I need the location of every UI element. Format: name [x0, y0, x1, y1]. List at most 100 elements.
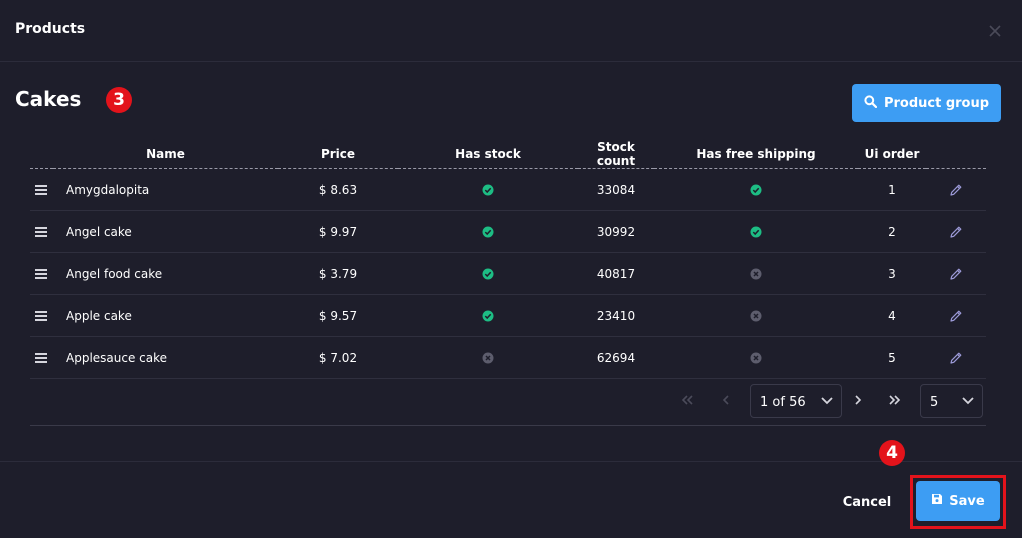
- stock-count: 62694: [578, 336, 654, 379]
- free-shipping-cell: [654, 210, 858, 253]
- drag-handle-icon[interactable]: [34, 227, 49, 237]
- cancel-button[interactable]: Cancel: [838, 491, 896, 513]
- drag-handle-cell: [30, 252, 53, 295]
- cross-circle-icon: [750, 310, 762, 322]
- products-dialog: Products Cakes 3 Product group Name Pric…: [0, 0, 1022, 538]
- table-body: Amygdalopita $ 8.63 33084 1 Angel cake $ 9.97…: [30, 168, 986, 379]
- double-chevron-left-icon[interactable]: [677, 392, 697, 408]
- ui-order: 5: [858, 336, 926, 379]
- drag-handle-icon[interactable]: [34, 311, 49, 321]
- product-price: $ 9.57: [278, 294, 398, 337]
- page-size-select[interactable]: 5: [920, 384, 983, 418]
- products-table: Name Price Has stock Stock count Has fre…: [30, 140, 986, 379]
- column-header-free-shipping[interactable]: Has free shipping: [654, 140, 858, 169]
- page-select-value: 1 of 56: [760, 395, 806, 410]
- has-stock-cell: [398, 294, 578, 337]
- stock-count: 40817: [578, 252, 654, 295]
- has-stock-cell: [398, 210, 578, 253]
- ui-order: 2: [858, 210, 926, 253]
- table-row[interactable]: Angel cake $ 9.97 30992 2: [30, 210, 986, 253]
- pencil-icon[interactable]: [949, 225, 963, 239]
- product-group-button[interactable]: Product group: [852, 84, 1001, 122]
- check-circle-icon: [482, 310, 494, 322]
- dialog-header: Products: [0, 0, 1022, 62]
- ui-order: 1: [858, 168, 926, 211]
- has-stock-cell: [398, 168, 578, 211]
- column-header-ui-order[interactable]: Ui order: [858, 140, 926, 169]
- free-shipping-cell: [654, 168, 858, 211]
- drag-handle-cell: [30, 336, 53, 379]
- actions-cell: [926, 210, 986, 253]
- actions-cell: [926, 168, 986, 211]
- double-chevron-right-icon[interactable]: [885, 392, 905, 408]
- product-price: $ 7.02: [278, 336, 398, 379]
- actions-cell: [926, 294, 986, 337]
- stock-count: 33084: [578, 168, 654, 211]
- actions-cell: [926, 252, 986, 295]
- search-icon: [864, 94, 878, 112]
- product-name: Angel food cake: [53, 252, 278, 295]
- table-row[interactable]: Apple cake $ 9.57 23410 4: [30, 294, 986, 337]
- pagination: 1 of 56 5: [30, 378, 986, 426]
- free-shipping-cell: [654, 252, 858, 295]
- product-name: Angel cake: [53, 210, 278, 253]
- step-badge: 4: [879, 440, 905, 466]
- page-select[interactable]: 1 of 56: [750, 384, 842, 418]
- product-group-label: Product group: [883, 95, 990, 111]
- ui-order: 4: [858, 294, 926, 337]
- stock-count: 30992: [578, 210, 654, 253]
- cross-circle-icon: [750, 268, 762, 280]
- check-circle-icon: [750, 184, 762, 196]
- pencil-icon[interactable]: [949, 309, 963, 323]
- drag-handle-icon[interactable]: [34, 185, 49, 195]
- free-shipping-cell: [654, 336, 858, 379]
- table-row[interactable]: Amygdalopita $ 8.63 33084 1: [30, 168, 986, 211]
- cross-circle-icon: [482, 352, 494, 364]
- drag-handle-cell: [30, 294, 53, 337]
- drag-handle-icon[interactable]: [34, 353, 49, 363]
- product-name: Apple cake: [53, 294, 278, 337]
- cross-circle-icon: [750, 352, 762, 364]
- chevron-down-icon: [962, 397, 974, 405]
- column-header-stock-count[interactable]: Stock count: [578, 140, 654, 169]
- product-name: Amygdalopita: [53, 168, 278, 211]
- save-label: Save: [949, 493, 985, 509]
- drag-handle-icon[interactable]: [34, 269, 49, 279]
- ui-order: 3: [858, 252, 926, 295]
- pencil-icon[interactable]: [949, 267, 963, 281]
- table-row[interactable]: Applesauce cake $ 7.02 62694 5: [30, 336, 986, 379]
- chevron-right-icon[interactable]: [848, 392, 868, 408]
- drag-handle-cell: [30, 210, 53, 253]
- section-title: Cakes: [15, 87, 82, 111]
- table-header-row: Name Price Has stock Stock count Has fre…: [30, 140, 986, 169]
- dialog-title: Products: [15, 21, 86, 37]
- page-size-value: 5: [930, 395, 939, 410]
- check-circle-icon: [482, 226, 494, 238]
- drag-handle-cell: [30, 168, 53, 211]
- close-icon[interactable]: [987, 23, 1003, 39]
- free-shipping-cell: [654, 294, 858, 337]
- has-stock-cell: [398, 336, 578, 379]
- check-circle-icon: [482, 184, 494, 196]
- chevron-left-icon[interactable]: [716, 392, 736, 408]
- column-header-name[interactable]: Name: [53, 140, 278, 169]
- stock-count: 23410: [578, 294, 654, 337]
- product-price: $ 9.97: [278, 210, 398, 253]
- has-stock-cell: [398, 252, 578, 295]
- pencil-icon[interactable]: [949, 183, 963, 197]
- product-name: Applesauce cake: [53, 336, 278, 379]
- chevron-down-icon: [821, 397, 833, 405]
- actions-cell: [926, 336, 986, 379]
- product-price: $ 3.79: [278, 252, 398, 295]
- pencil-icon[interactable]: [949, 351, 963, 365]
- check-circle-icon: [482, 268, 494, 280]
- column-header-has-stock[interactable]: Has stock: [398, 140, 578, 169]
- column-header-price[interactable]: Price: [278, 140, 398, 169]
- floppy-disk-icon: [931, 493, 943, 509]
- step-badge: 3: [106, 87, 132, 113]
- table-row[interactable]: Angel food cake $ 3.79 40817 3: [30, 252, 986, 295]
- save-button[interactable]: Save: [916, 481, 1000, 521]
- check-circle-icon: [750, 226, 762, 238]
- product-price: $ 8.63: [278, 168, 398, 211]
- actions-column-header: [926, 140, 986, 169]
